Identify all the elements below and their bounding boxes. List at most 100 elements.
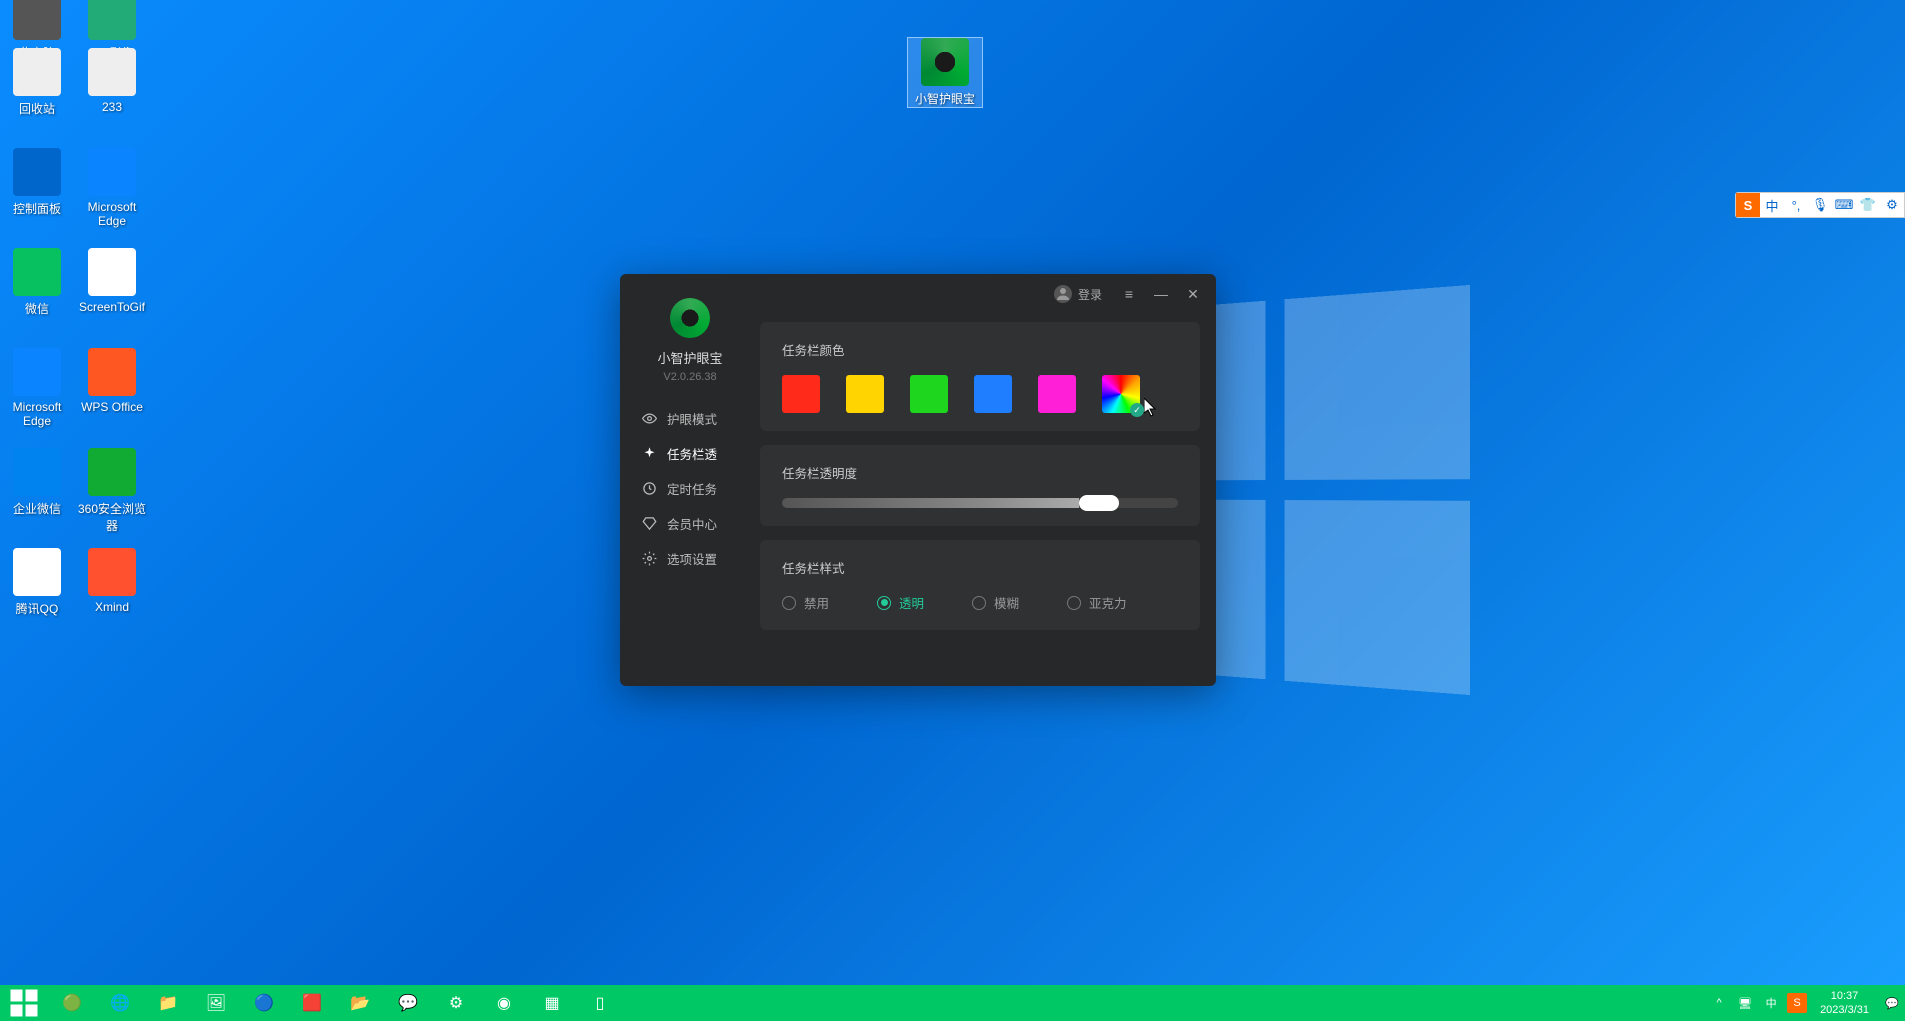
- tray-sogou-icon[interactable]: S: [1787, 993, 1807, 1013]
- start-button[interactable]: [0, 985, 48, 1021]
- desktop-icon[interactable]: WPS Office: [75, 348, 149, 414]
- radio-dot-icon: [782, 596, 796, 610]
- radio-label: 亚克力: [1089, 593, 1127, 612]
- clock-date: 2023/3/31: [1820, 1003, 1869, 1017]
- minimize-button[interactable]: —: [1148, 281, 1174, 307]
- desktop-icon[interactable]: 360安全浏览器: [75, 448, 149, 534]
- nav-item[interactable]: 定时任务: [632, 471, 748, 506]
- desktop-icon[interactable]: 233: [75, 48, 149, 114]
- tray-monitor-icon[interactable]: 🖥: [1732, 985, 1758, 1021]
- desktop-icon-label: 控制面板: [0, 200, 74, 217]
- app-window: 登录 ≡ — ✕ 小智护眼宝 V2.0.26.38 护眼模式任务栏透定时任务会员…: [620, 274, 1216, 686]
- color-swatch[interactable]: [1038, 375, 1076, 413]
- desktop-icon[interactable]: 微信: [0, 248, 74, 317]
- radio-dot-icon: [1067, 596, 1081, 610]
- user-icon: [1054, 285, 1072, 303]
- radio-label: 禁用: [804, 593, 829, 612]
- ime-mode-button[interactable]: 中: [1760, 193, 1784, 217]
- taskbar-app-generic1[interactable]: ▦: [528, 985, 576, 1021]
- taskbar-app-store[interactable]: 🔵: [240, 985, 288, 1021]
- diamond-icon: [642, 516, 657, 531]
- tray-notifications-icon[interactable]: 💬: [1879, 985, 1905, 1021]
- desktop-icon-label: Microsoft Edge: [0, 400, 74, 428]
- desktop-icon-label: 回收站: [0, 100, 74, 117]
- nav-item[interactable]: 选项设置: [632, 541, 748, 576]
- desktop-icon[interactable]: Microsoft Edge: [75, 148, 149, 228]
- nav-label: 定时任务: [667, 479, 717, 498]
- menu-button[interactable]: ≡: [1116, 281, 1142, 307]
- login-button[interactable]: 登录: [1054, 285, 1102, 303]
- taskbar-clock[interactable]: 10:37 2023/3/31: [1810, 989, 1879, 1018]
- check-icon: ✓: [1130, 403, 1144, 417]
- desktop-icon[interactable]: 控制面板: [0, 148, 74, 217]
- app-version: V2.0.26.38: [620, 371, 760, 383]
- taskbar-app-snip[interactable]: 🖼: [192, 985, 240, 1021]
- radio-dot-icon: [877, 596, 891, 610]
- panel-taskbar-opacity: 任务栏透明度: [760, 445, 1200, 526]
- radio-option[interactable]: 禁用: [782, 593, 829, 612]
- desktop-icon[interactable]: Xmind: [75, 548, 149, 614]
- taskbar-app-360[interactable]: 🟢: [48, 985, 96, 1021]
- taskbar-app-wechat[interactable]: 💬: [384, 985, 432, 1021]
- panel-title: 任务栏样式: [782, 558, 1178, 577]
- clock-icon: [642, 481, 657, 496]
- radio-label: 模糊: [994, 593, 1019, 612]
- ime-toolbox-icon[interactable]: ⚙: [1880, 193, 1904, 217]
- ime-punct-icon[interactable]: °,: [1784, 193, 1808, 217]
- desktop-icon[interactable]: Microsoft Edge: [0, 348, 74, 428]
- nav-label: 会员中心: [667, 514, 717, 533]
- opacity-slider[interactable]: [782, 498, 1178, 508]
- color-swatch[interactable]: [974, 375, 1012, 413]
- desktop-icon-label: Microsoft Edge: [75, 200, 149, 228]
- ime-toolbar[interactable]: S 中 °, 🎙 ⌨ 👕 ⚙: [1735, 192, 1905, 218]
- nav-item[interactable]: 任务栏透: [632, 436, 748, 471]
- radio-option[interactable]: 模糊: [972, 593, 1019, 612]
- desktop-icon-label: 233: [75, 100, 149, 114]
- taskbar-app-explorer[interactable]: 📁: [144, 985, 192, 1021]
- gear-icon: [642, 551, 657, 566]
- color-swatch[interactable]: [846, 375, 884, 413]
- close-button[interactable]: ✕: [1180, 281, 1206, 307]
- nav-label: 护眼模式: [667, 409, 717, 428]
- tray-lang-button[interactable]: 中: [1758, 985, 1784, 1021]
- desktop-icon-label: Xmind: [75, 600, 149, 614]
- radio-option[interactable]: 透明: [877, 593, 924, 612]
- radio-option[interactable]: 亚克力: [1067, 593, 1127, 612]
- desktop-icon-label: 腾讯QQ: [0, 600, 74, 617]
- color-swatch[interactable]: [782, 375, 820, 413]
- desktop-icon[interactable]: ScreenToGif: [75, 248, 149, 314]
- ime-logo-icon: S: [1736, 193, 1760, 217]
- taskbar-app-settings[interactable]: ⚙: [432, 985, 480, 1021]
- tray-chevron-icon[interactable]: ^: [1706, 985, 1732, 1021]
- slider-thumb[interactable]: [1079, 495, 1119, 511]
- desktop-icon[interactable]: 腾讯QQ: [0, 548, 74, 617]
- nav-item[interactable]: 会员中心: [632, 506, 748, 541]
- desktop-icon-label: 360安全浏览器: [75, 500, 149, 534]
- color-swatch-custom[interactable]: ✓: [1102, 375, 1140, 413]
- ime-keyboard-icon[interactable]: ⌨: [1832, 193, 1856, 217]
- desktop-icon-label: 微信: [0, 300, 74, 317]
- taskbar[interactable]: 🟢 🌐 📁 🖼 🔵 🟥 📂 💬 ⚙ ◉ ▦ ▯ ^ 🖥 中 S 10:37 20…: [0, 985, 1905, 1021]
- desktop-icon-label: 小智护眼宝: [908, 90, 982, 107]
- clock-time: 10:37: [1820, 989, 1869, 1003]
- nav-item[interactable]: 护眼模式: [632, 401, 748, 436]
- desktop-icon-selected[interactable]: 小智护眼宝: [908, 38, 982, 107]
- ime-mic-icon[interactable]: 🎙: [1808, 193, 1832, 217]
- taskbar-app-eyecare[interactable]: ◉: [480, 985, 528, 1021]
- titlebar: 登录 ≡ — ✕: [1054, 274, 1216, 314]
- taskbar-app-folder[interactable]: 📂: [336, 985, 384, 1021]
- taskbar-app-edge[interactable]: 🌐: [96, 985, 144, 1021]
- desktop-icon-label: WPS Office: [75, 400, 149, 414]
- taskbar-app-generic2[interactable]: ▯: [576, 985, 624, 1021]
- desktop-icon[interactable]: 企业微信: [0, 448, 74, 517]
- desktop-icon[interactable]: 回收站: [0, 48, 74, 117]
- ime-skin-icon[interactable]: 👕: [1856, 193, 1880, 217]
- panel-taskbar-style: 任务栏样式 禁用 透明 模糊 亚克力: [760, 540, 1200, 630]
- taskbar-app-wps[interactable]: 🟥: [288, 985, 336, 1021]
- color-swatch[interactable]: [910, 375, 948, 413]
- desktop-icon-label: 企业微信: [0, 500, 74, 517]
- desktop-icon-label: ScreenToGif: [75, 300, 149, 314]
- app-logo-icon: [670, 298, 710, 338]
- sparkle-icon: [642, 446, 657, 461]
- panel-title: 任务栏透明度: [782, 463, 1178, 482]
